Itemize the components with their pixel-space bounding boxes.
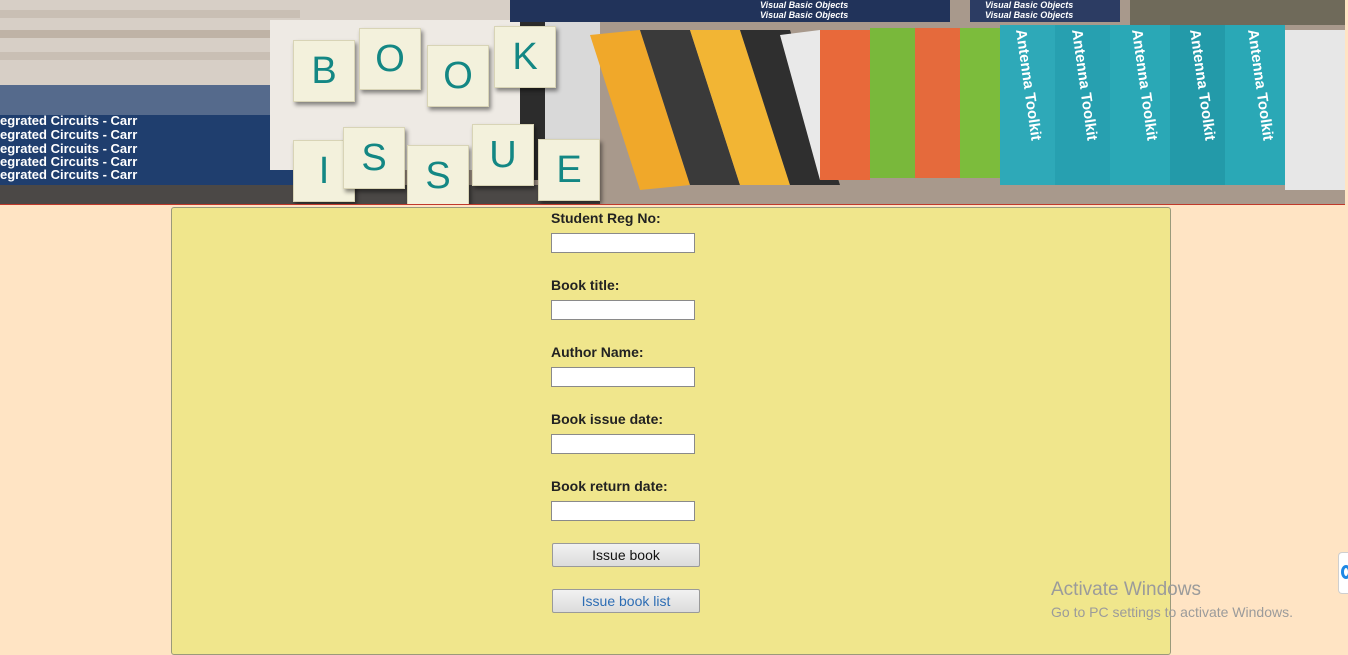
title-tile-o2: O [427,45,489,107]
header-banner: egrated Circuits - Carr egrated Circuits… [0,0,1345,205]
book-return-date-input[interactable] [551,501,695,521]
issue-book-button[interactable]: Issue book [552,543,700,567]
book-title-input[interactable] [551,300,695,320]
title-tile-u: U [472,124,534,186]
title-tile-s2: S [407,145,469,204]
student-reg-no-label: Student Reg No: [551,210,661,226]
bookshelf-image: egrated Circuits - Carr egrated Circuits… [0,0,1345,204]
issue-book-list-button[interactable]: Issue book list [552,589,700,613]
activate-windows-title: Activate Windows [1051,579,1201,600]
book-issue-date-label: Book issue date: [551,411,664,427]
issue-form-panel [171,207,1171,655]
title-tile-k: K [494,26,556,88]
book-return-date-label: Book return date: [551,478,668,494]
side-panel-icon [1341,565,1348,579]
spine-integrated-circuits-2: egrated Circuits - Carr [0,127,137,142]
spine-visual-basic-2: Visual Basic Objects [760,10,848,20]
spine-integrated-circuits-5: egrated Circuits - Carr [0,167,137,182]
spine-visual-basic-3: Visual Basic Objects [985,0,1073,10]
title-tile-e: E [538,139,600,201]
book-title-label: Book title: [551,277,620,293]
title-tile-b: B [293,40,355,102]
title-tile-s1: S [343,127,405,189]
side-panel-tab[interactable] [1338,552,1348,594]
book-issue-date-input[interactable] [551,434,695,454]
spine-visual-basic-4: Visual Basic Objects [985,10,1073,20]
student-reg-no-input[interactable] [551,233,695,253]
activate-windows-subtitle: Go to PC settings to activate Windows. [1051,604,1293,620]
spine-visual-basic-1: Visual Basic Objects [760,0,848,10]
author-name-input[interactable] [551,367,695,387]
title-tile-o1: O [359,28,421,90]
spine-integrated-circuits-1: egrated Circuits - Carr [0,113,137,128]
author-name-label: Author Name: [551,344,644,360]
